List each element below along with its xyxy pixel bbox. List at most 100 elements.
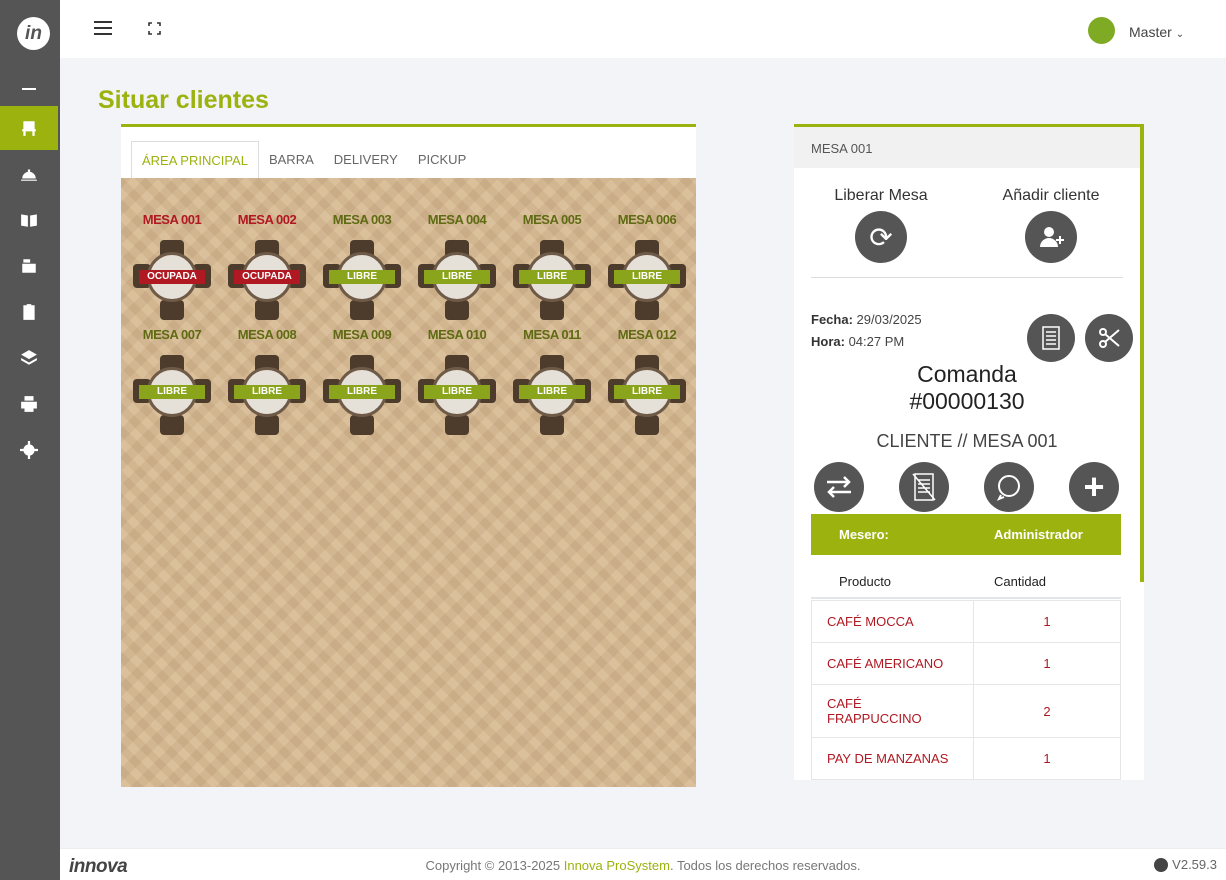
chair-icon — [160, 300, 184, 320]
page-title: Situar clientes — [98, 86, 269, 114]
tab-barra[interactable]: BARRA — [259, 141, 324, 179]
hora-value: 04:27 PM — [848, 334, 905, 349]
mesa-name: MESA 012 — [617, 327, 677, 342]
fecha-value: 29/03/2025 — [856, 312, 922, 327]
mesa-table[interactable]: MESA 006 LIBRE — [602, 212, 692, 322]
anadir-cliente-label: Añadir cliente — [1002, 187, 1100, 204]
sidebar-item-caja[interactable] — [0, 244, 58, 288]
status-badge: LIBRE — [614, 385, 680, 399]
mesa-table[interactable]: MESA 008 LIBRE — [222, 327, 312, 437]
mesero-bar: Mesero: Administrador — [811, 514, 1121, 555]
scissors-icon[interactable] — [1085, 314, 1133, 362]
mesa-table[interactable]: MESA 005 LIBRE — [507, 212, 597, 322]
layers-icon — [21, 350, 37, 365]
mesa-table[interactable]: MESA 003 LIBRE — [317, 212, 407, 322]
mesa-table[interactable]: MESA 009 LIBRE — [317, 327, 407, 437]
mesa-table[interactable]: MESA 011 LIBRE — [507, 327, 597, 437]
innova-small-icon — [1154, 857, 1169, 872]
mesa-name: MESA 002 — [237, 212, 297, 227]
anadir-cliente-action[interactable]: Añadir cliente — [991, 187, 1111, 263]
mesero-label: Mesero: — [839, 527, 889, 542]
chair-icon — [635, 300, 659, 320]
items-table: CAFÉ MOCCA 1 CAFÉ AMERICANO 1 CAFÉ FRAPPUCCI… — [811, 600, 1121, 780]
tab-area-principal[interactable]: ÁREA PRINCIPAL — [131, 141, 259, 179]
table-row[interactable]: CAFÉ MOCCA 1 — [811, 600, 1121, 643]
mesa-table[interactable]: MESA 004 LIBRE — [412, 212, 502, 322]
whatsapp-icon[interactable] — [984, 462, 1034, 512]
sidebar-item-mesas[interactable] — [0, 106, 58, 150]
hora-label: Hora: — [811, 334, 845, 349]
comanda-label: Comanda — [917, 361, 1017, 387]
chair-icon — [255, 300, 279, 320]
mesa-table[interactable]: MESA 010 LIBRE — [412, 327, 502, 437]
copyright-brand[interactable]: Innova ProSystem — [564, 858, 670, 873]
status-badge: LIBRE — [424, 385, 490, 399]
item-cantidad: 1 — [973, 642, 1121, 685]
table-row[interactable]: PAY DE MANZANAS 1 — [811, 737, 1121, 780]
mesa-name: MESA 008 — [237, 327, 297, 342]
mesero-value: Administrador — [994, 527, 1083, 542]
chair-icon — [255, 415, 279, 435]
chair-icon — [160, 415, 184, 435]
comanda-number: #00000130 — [909, 388, 1025, 414]
hamburger-menu-icon[interactable] — [94, 21, 112, 35]
sidebar: in — [0, 0, 60, 880]
cancel-document-icon[interactable] — [899, 462, 949, 512]
plus-icon[interactable]: + — [1069, 462, 1119, 512]
mesa-table[interactable]: MESA 001 OCUPADA — [127, 212, 217, 322]
mesa-name: MESA 001 — [142, 212, 202, 227]
col-cantidad: Cantidad — [994, 573, 1047, 589]
chair-icon — [445, 415, 469, 435]
floor-plan: MESA 001 OCUPADA MESA 002 OCUPADA MESA 003 LI… — [121, 178, 696, 787]
clipboard-icon — [23, 304, 35, 320]
collapse-icon[interactable] — [22, 88, 36, 90]
item-producto: CAFÉ MOCCA — [811, 600, 974, 643]
mesa-table[interactable]: MESA 012 LIBRE — [602, 327, 692, 437]
document-icon[interactable] — [1027, 314, 1075, 362]
liberar-mesa-action[interactable]: Liberar Mesa ⟳ — [821, 187, 941, 263]
area-tabs: ÁREA PRINCIPAL BARRA DELIVERY PICKUP — [131, 141, 476, 179]
chair-icon — [445, 300, 469, 320]
top-header: Master ⌄ — [60, 0, 1226, 58]
sidebar-item-reportes[interactable] — [0, 290, 58, 334]
fecha-row: Fecha: 29/03/2025 — [811, 312, 922, 327]
chair-icon — [540, 300, 564, 320]
mesa-name: MESA 003 — [332, 212, 392, 227]
status-badge: LIBRE — [329, 385, 395, 399]
table-row[interactable]: CAFÉ FRAPPUCCINO 2 — [811, 684, 1121, 738]
copyright-pre: Copyright © 2013-2025 — [425, 858, 564, 873]
items-table-header: Producto Cantidad — [811, 565, 1121, 599]
sidebar-item-inventario[interactable] — [0, 336, 58, 380]
tab-delivery[interactable]: DELIVERY — [324, 141, 408, 179]
cash-register-icon — [22, 259, 36, 273]
table-row[interactable]: CAFÉ AMERICANO 1 — [811, 642, 1121, 685]
chair-icon — [350, 300, 374, 320]
status-badge: OCUPADA — [234, 270, 300, 284]
book-icon — [21, 214, 37, 227]
refresh-icon[interactable]: ⟳ — [855, 211, 907, 263]
copyright-post: . Todos los derechos reservados. — [669, 858, 861, 873]
tab-pickup[interactable]: PICKUP — [408, 141, 476, 179]
user-menu[interactable]: Master ⌄ — [1129, 24, 1184, 40]
mesa-name: MESA 009 — [332, 327, 392, 342]
printer-icon — [21, 396, 37, 412]
status-badge: LIBRE — [519, 270, 585, 284]
mesa-table[interactable]: MESA 007 LIBRE — [127, 327, 217, 437]
mesa-table[interactable]: MESA 002 OCUPADA — [222, 212, 312, 322]
innova-logo-icon[interactable]: in — [17, 17, 50, 50]
sidebar-item-menu[interactable] — [0, 198, 58, 242]
item-producto: PAY DE MANZANAS — [811, 737, 974, 780]
sidebar-item-config[interactable] — [0, 428, 58, 472]
add-user-icon[interactable] — [1025, 211, 1077, 263]
mesa-name: MESA 005 — [522, 212, 582, 227]
bell-icon — [21, 169, 37, 181]
sidebar-item-impresion[interactable] — [0, 382, 58, 426]
sidebar-item-servicio[interactable] — [0, 152, 58, 196]
fullscreen-icon[interactable] — [148, 22, 161, 35]
detail-title: MESA 001 — [794, 127, 1144, 168]
chair-icon — [635, 415, 659, 435]
status-badge: LIBRE — [424, 270, 490, 284]
transfer-icon[interactable] — [814, 462, 864, 512]
comanda-title: Comanda #00000130 — [794, 361, 1140, 415]
user-avatar[interactable] — [1088, 17, 1115, 44]
